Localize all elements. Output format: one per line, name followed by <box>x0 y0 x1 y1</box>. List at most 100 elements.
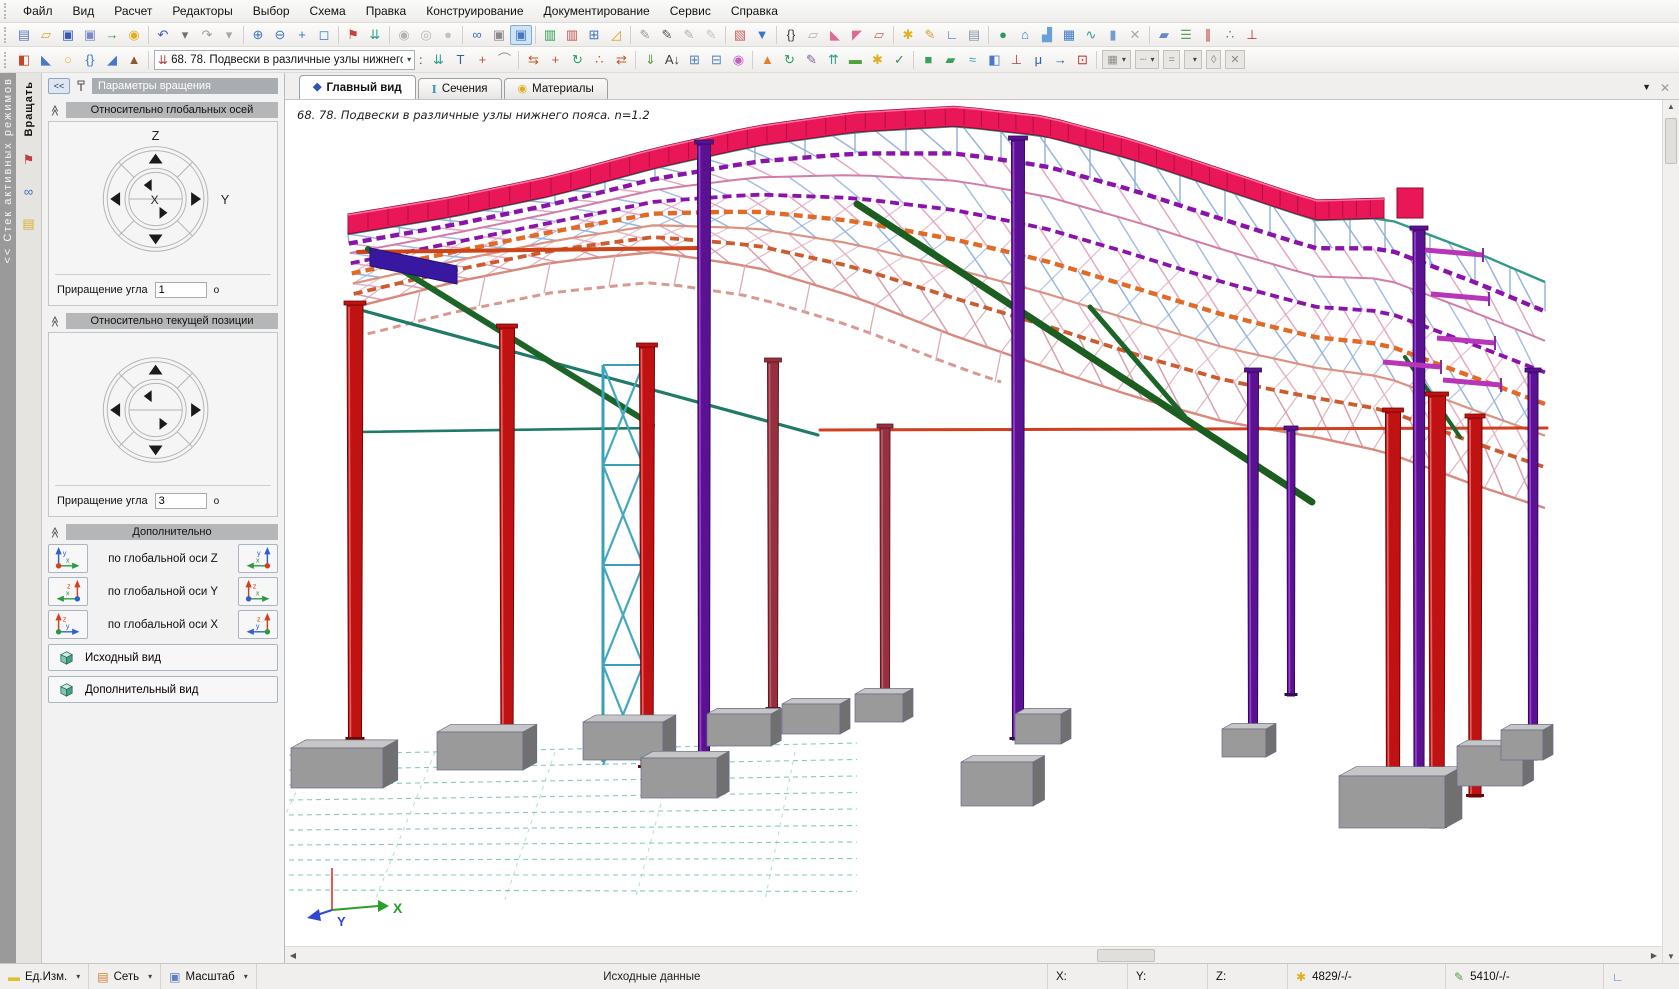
line-style-combo[interactable]: ┄▾ <box>1135 50 1160 69</box>
menu-item-6[interactable]: Правка <box>356 1 417 21</box>
additional-view-button[interactable]: Дополнительный вид <box>48 676 278 703</box>
collapse-section-icon[interactable]: ≪ <box>49 525 62 539</box>
add-spring-icon[interactable]: ∿ <box>1080 25 1102 45</box>
coord-brace-icon[interactable]: {} <box>79 50 101 70</box>
diagram-bars-icon[interactable]: ▥ <box>539 25 561 45</box>
load-case-combo[interactable]: ⇊ 68. 78. Подвески в различные узлы нижн… <box>154 50 415 70</box>
horizontal-scrollbar[interactable]: ◀ ▶ <box>285 946 1662 963</box>
pen-result-4-icon[interactable]: ✎ <box>700 25 722 45</box>
units-status[interactable]: ▬Ед.Изм.▾ <box>0 964 89 989</box>
select-arrow-icon[interactable]: ◤ <box>846 25 868 45</box>
pen-result-3-icon[interactable]: ✎ <box>678 25 700 45</box>
undo-icon[interactable]: ↶ <box>152 25 174 45</box>
view-glasses-icon[interactable]: ∞ <box>466 25 488 45</box>
apply-load-icon[interactable]: ⊥ <box>1241 25 1263 45</box>
spring-row-icon[interactable]: ⇈ <box>822 50 844 70</box>
menu-item-2[interactable]: Расчет <box>104 1 162 21</box>
packet-mode-icon[interactable]: ◉ <box>123 25 145 45</box>
hammer-load-icon[interactable]: ⊥ <box>1005 50 1027 70</box>
human-scale-icon[interactable]: ▲ <box>756 50 778 70</box>
redo-icon[interactable]: ↷ <box>196 25 218 45</box>
add-contour-icon[interactable]: ∟ <box>941 25 963 45</box>
collapse-section-icon[interactable]: ≪ <box>49 103 62 117</box>
green-plate-icon[interactable]: ▰ <box>939 50 961 70</box>
node-sun-icon[interactable]: ✱ <box>866 50 888 70</box>
toolbar-grip[interactable] <box>4 27 9 43</box>
hang-loads-icon[interactable]: ⇊ <box>427 50 449 70</box>
undo-list-icon[interactable]: ▾ <box>174 25 196 45</box>
merge-spheres-icon[interactable]: ◉ <box>727 50 749 70</box>
angle-increment-global[interactable] <box>155 282 207 298</box>
select-poly-icon[interactable]: ◣ <box>824 25 846 45</box>
menu-item-8[interactable]: Документирование <box>534 1 660 21</box>
eraser-icon[interactable]: ▱ <box>802 25 824 45</box>
move-nodes-icon[interactable]: ⇆ <box>522 50 544 70</box>
select-rect-icon[interactable]: ▧ <box>729 25 751 45</box>
pen-result-2-icon[interactable]: ✎ <box>656 25 678 45</box>
swap-nodes-icon[interactable]: ⇄ <box>610 50 632 70</box>
filter-select-icon[interactable]: ▼ <box>751 25 773 45</box>
clear-layer-icon[interactable]: ⊟ <box>705 50 727 70</box>
mast-tool-icon[interactable]: ▲ <box>123 50 145 70</box>
menu-grip[interactable] <box>4 3 9 19</box>
rotate-y-right-button[interactable]: zx <box>238 577 278 606</box>
empty-preset-combo[interactable]: ▾ <box>1184 50 1202 69</box>
frame-nodes-icon[interactable]: ⊡ <box>1071 50 1093 70</box>
erase-selection-icon[interactable]: ▱ <box>868 25 890 45</box>
scroll-up-icon[interactable]: ▲ <box>1663 102 1679 111</box>
tab-main-view[interactable]: ◆Главный вид <box>299 75 416 99</box>
collapse-panel-button[interactable]: << <box>48 78 70 94</box>
rotation-pad-current[interactable] <box>55 335 271 483</box>
move-free-icon[interactable]: + <box>544 50 566 70</box>
rotate-z-right-button[interactable]: yx <box>238 544 278 573</box>
scroll-right-icon[interactable]: ▶ <box>1646 951 1662 960</box>
redo-list-icon[interactable]: ▾ <box>218 25 240 45</box>
vertical-scrollbar[interactable]: ▲ ▼ <box>1662 100 1679 963</box>
rotate-wand-icon[interactable]: ↻ <box>566 50 588 70</box>
select-brace-icon[interactable]: {} <box>780 25 802 45</box>
add-solid-icon[interactable]: ● <box>992 25 1014 45</box>
add-node-icon[interactable]: ✱ <box>897 25 919 45</box>
model-canvas[interactable]: 68. 78. Подвески в различные узлы нижнег… <box>285 100 1662 963</box>
vscroll-thumb[interactable] <box>1665 118 1677 164</box>
grid-preset-combo[interactable]: ▦▾ <box>1102 50 1130 69</box>
fragment-flags-icon[interactable]: ⚑ <box>342 25 364 45</box>
hide-selected-icon[interactable]: ◎ <box>415 25 437 45</box>
invert-visibility-icon[interactable]: ◉ <box>393 25 415 45</box>
zoom-window-icon[interactable]: ◻ <box>313 25 335 45</box>
initial-view-button[interactable]: Исходный вид <box>48 644 278 671</box>
open-project-icon[interactable]: ▱ <box>35 25 57 45</box>
mode-glasses-icon[interactable]: ∞ <box>19 182 39 200</box>
tab-materials[interactable]: ◉Материалы <box>504 78 608 99</box>
edit-bar-icon[interactable]: ▬ <box>844 50 866 70</box>
tab-list-button[interactable]: ▼ <box>1642 82 1651 92</box>
cut-tool-icon[interactable]: ◢ <box>101 50 123 70</box>
export-doc-icon[interactable]: → <box>1049 50 1071 70</box>
add-node-cube-icon[interactable]: ◧ <box>13 50 35 70</box>
add-plate-icon[interactable]: ▟ <box>1036 25 1058 45</box>
text-annotation-icon[interactable]: T <box>449 50 471 70</box>
copy-layers-icon[interactable]: ☰ <box>1175 25 1197 45</box>
mode-flags-icon[interactable]: ⚑ <box>19 150 39 168</box>
menu-item-9[interactable]: Сервис <box>660 1 721 21</box>
check-plate-icon[interactable]: ✓ <box>888 50 910 70</box>
multi-window-icon[interactable]: ⊞ <box>583 25 605 45</box>
mode-notes-icon[interactable]: ▤ <box>19 214 39 232</box>
cables-icon[interactable]: ≈ <box>961 50 983 70</box>
network-status[interactable]: ▤Сеть▾ <box>89 964 161 989</box>
save-as-icon[interactable]: ▣ <box>79 25 101 45</box>
rotate-x-right-button[interactable]: zy <box>238 610 278 639</box>
measure-angle-icon[interactable]: ◿ <box>605 25 627 45</box>
rotate-mode-label[interactable]: Вращать <box>23 81 35 136</box>
menu-item-0[interactable]: Файл <box>13 1 63 21</box>
mu-graph-icon[interactable]: μ <box>1027 50 1049 70</box>
menu-item-3[interactable]: Редакторы <box>162 1 242 21</box>
sort-az-icon[interactable]: A↓ <box>661 50 683 70</box>
menu-item-1[interactable]: Вид <box>63 1 105 21</box>
snapshot-active-icon[interactable]: ▣ <box>510 25 532 45</box>
markers-icon[interactable]: ⇊ <box>364 25 386 45</box>
section-cut-icon[interactable]: ◣ <box>35 50 57 70</box>
pen-result-1-icon[interactable]: ✎ <box>634 25 656 45</box>
rotate-x-left-button[interactable]: zy <box>48 610 88 639</box>
snapshot-icon[interactable]: ▣ <box>488 25 510 45</box>
